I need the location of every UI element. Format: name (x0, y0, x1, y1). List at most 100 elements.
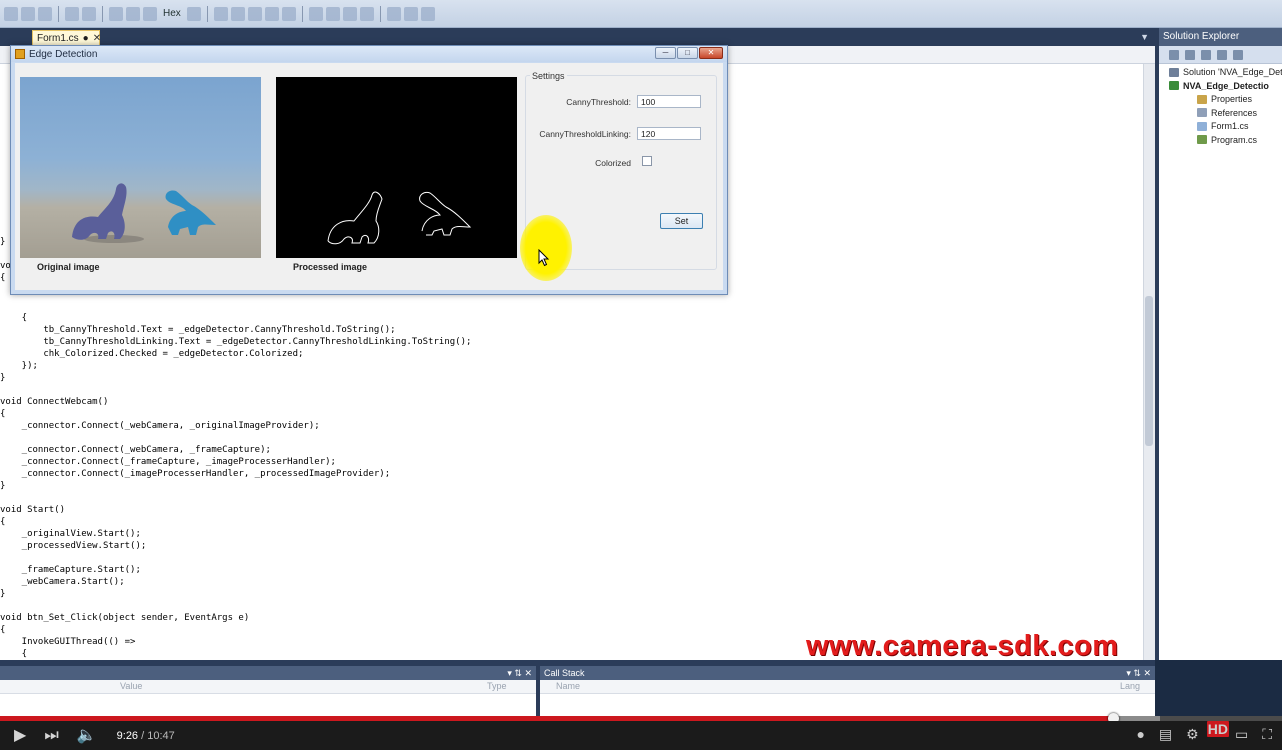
solution-tree-item[interactable]: Solution 'NVA_Edge_Detec (1169, 67, 1282, 77)
solution-tree-item[interactable]: Program.cs (1197, 135, 1257, 145)
step-over-icon[interactable] (126, 6, 140, 21)
code-line: tb_CannyThreshold.Text = _edgeDetector.C… (0, 325, 396, 335)
solution-tree-item[interactable]: Properties (1197, 94, 1252, 104)
show-all-icon[interactable] (1201, 49, 1211, 60)
bring-front-icon[interactable] (281, 6, 296, 21)
tree-item-icon (1197, 108, 1207, 117)
play-icon[interactable] (65, 6, 79, 21)
play-icon[interactable]: ▶ (14, 727, 26, 744)
colorized-checkbox[interactable] (642, 156, 652, 166)
pin-icon[interactable]: ● (83, 33, 89, 44)
vs-toolbar: Hex (0, 0, 1282, 28)
solution-explorer-title: Solution Explorer (1159, 28, 1282, 46)
tree-item-label: NVA_Edge_Detectio (1183, 80, 1269, 91)
column-value[interactable]: Value (120, 681, 142, 691)
code-line: chk_Colorized.Checked = _edgeDetector.Co… (0, 349, 304, 359)
edge-detection-window: Edge Detection ─ □ ✕ Original image Proc… (10, 45, 728, 295)
settings-gear-icon[interactable]: ⚙ HD (1186, 721, 1229, 741)
toolbar-divider (58, 5, 59, 22)
solution-tree-item[interactable]: Form1.cs (1197, 121, 1249, 131)
align-left-icon[interactable] (230, 6, 245, 21)
step-out-icon[interactable] (143, 6, 157, 21)
close-icon[interactable]: ✕ (93, 33, 101, 44)
comment-icon[interactable] (21, 6, 35, 21)
refresh-icon[interactable] (1185, 49, 1195, 60)
spacing-icon[interactable] (308, 6, 323, 21)
step-into-icon[interactable] (109, 6, 123, 21)
window-layout-icon[interactable] (213, 6, 228, 21)
panel-controls[interactable]: ▾ ⇅ ✕ (507, 666, 532, 680)
minimize-button[interactable]: ─ (655, 47, 676, 59)
code-line: _webCamera.Start(); (0, 577, 125, 587)
editor-scrollbar[interactable] (1143, 64, 1155, 660)
canny-threshold-input[interactable] (637, 95, 701, 108)
canny-threshold-linking-label: CannyThresholdLinking: (539, 129, 631, 139)
fullscreen-icon[interactable]: ⛶ (1262, 727, 1272, 741)
canny-threshold-label: CannyThreshold: (566, 97, 631, 107)
format-icon[interactable] (359, 6, 374, 21)
app-icon (15, 49, 25, 59)
next-icon[interactable]: ⏭ (44, 727, 58, 744)
code-line: { (0, 625, 6, 635)
solution-tree-item[interactable]: References (1197, 108, 1257, 118)
tab-order-icon[interactable] (325, 6, 340, 21)
theater-mode-icon[interactable]: ▭ (1235, 727, 1248, 741)
table-insert-icon[interactable] (403, 6, 418, 21)
column-lang[interactable]: Lang (1120, 681, 1140, 691)
tree-item-label: Program.cs (1211, 134, 1258, 145)
code-line: _connector.Connect(_imageProcesserHandle… (0, 469, 391, 479)
hex-toggle[interactable]: Hex (160, 8, 184, 19)
panel-controls[interactable]: ▾ ⇅ ✕ (1126, 666, 1151, 680)
code-line: _frameCapture.Start(); (0, 565, 141, 575)
player-right-controls: ● ▤ ⚙ HD ▭ ⛶ (1136, 721, 1272, 741)
editor-scrollbar-thumb[interactable] (1145, 296, 1153, 446)
toolbar-divider (102, 5, 103, 22)
maximize-button[interactable]: □ (677, 47, 698, 59)
code-fragment: } (0, 237, 6, 247)
duration: 10:47 (147, 729, 175, 742)
dinosaur-toys-photo (72, 183, 216, 243)
code-line: } (0, 481, 6, 491)
table-icon[interactable] (386, 6, 401, 21)
tree-item-label: References (1211, 107, 1258, 118)
code-line: { (0, 649, 28, 659)
column-name[interactable]: Name (556, 681, 580, 691)
uncomment-icon[interactable] (38, 6, 52, 21)
call-stack-panel: Call Stack ▾ ⇅ ✕ Name Lang (540, 666, 1155, 716)
canny-threshold-linking-input[interactable] (637, 127, 701, 140)
grid-icon[interactable] (342, 6, 357, 21)
close-button[interactable]: ✕ (699, 47, 723, 59)
tree-item-icon (1169, 67, 1179, 77)
call-stack-title: Call Stack ▾ ⇅ ✕ (540, 666, 1155, 680)
video-player-controls: ▶ ⏭ 🔈 9:26 / 10:47 ● ▤ ⚙ HD ▭ ⛶ (0, 721, 1282, 750)
indent-icon[interactable] (4, 6, 18, 21)
chevron-down-icon[interactable]: ▼ (1140, 32, 1149, 42)
solution-explorer: Solution Explorer Solution 'NVA_Edge_Det… (1155, 28, 1282, 660)
call-stack-header: Name Lang (540, 680, 1155, 694)
view-code-icon[interactable] (1217, 49, 1227, 60)
column-type[interactable]: Type (487, 681, 507, 691)
window-title: Edge Detection (29, 48, 98, 60)
watch-later-icon[interactable]: ● (1136, 727, 1144, 741)
edge-outline-image (327, 191, 472, 245)
mouse-cursor-icon (538, 249, 550, 267)
code-line: void Start() (0, 505, 66, 515)
solution-tree-item[interactable]: NVA_Edge_Detectio (1169, 81, 1269, 91)
solution-explorer-toolbar (1159, 46, 1282, 64)
window-controls: ─ □ ✕ (655, 47, 723, 59)
view-designer-icon[interactable] (1233, 49, 1243, 60)
table-more-icon[interactable] (420, 6, 435, 21)
volume-icon[interactable]: 🔈 (77, 727, 97, 744)
align-right-icon[interactable] (264, 6, 279, 21)
captions-icon[interactable]: ▤ (1159, 727, 1172, 741)
breakpoint-icon[interactable] (186, 6, 201, 21)
watermark-text: www.camera-sdk.com (806, 630, 1119, 662)
stop-icon[interactable] (82, 6, 96, 21)
set-button[interactable]: Set (660, 213, 703, 229)
tab-form1-cs[interactable]: Form1.cs ● ✕ (32, 30, 101, 46)
hd-badge: HD (1206, 721, 1229, 737)
align-center-icon[interactable] (247, 6, 262, 21)
properties-icon[interactable] (1169, 49, 1179, 60)
locals-panel-title: ▾ ⇅ ✕ (0, 666, 536, 680)
window-title-bar[interactable]: Edge Detection (11, 46, 727, 62)
